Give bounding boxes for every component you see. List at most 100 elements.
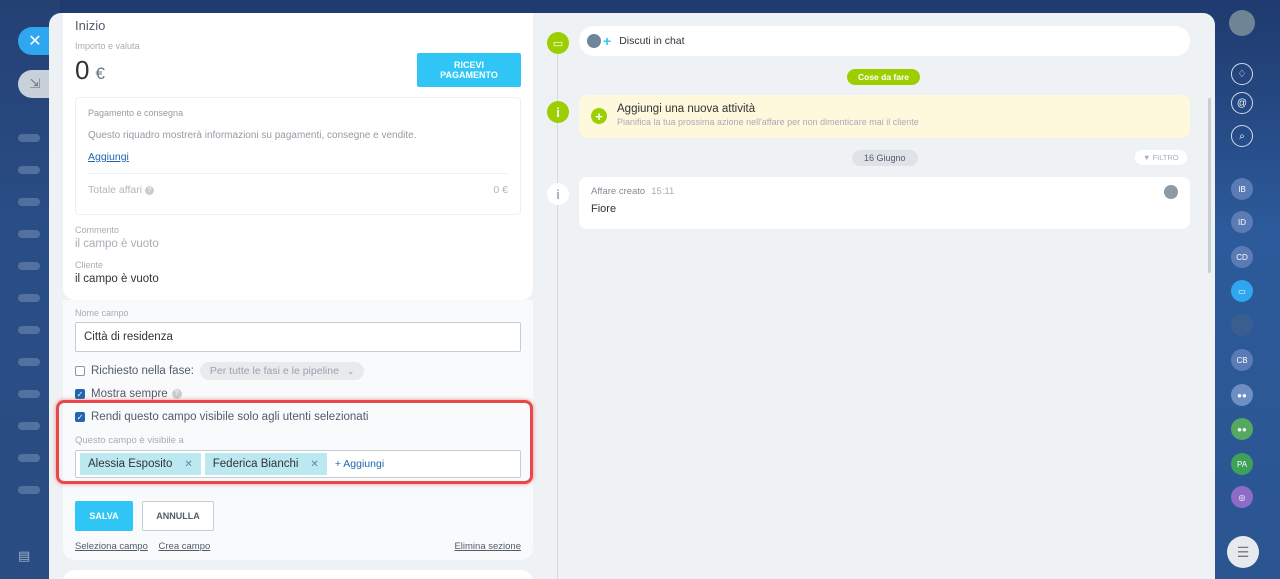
payment-delivery-box: Pagamento e consegna Questo riquadro mos… <box>75 97 521 215</box>
stage-select-value: Per tutte le fasi e le pipeline <box>209 365 339 377</box>
contact-avatar[interactable] <box>1231 314 1253 336</box>
bg-menu-item <box>18 198 40 206</box>
show-always-checkbox[interactable]: ✓ <box>75 389 85 399</box>
bg-menu-item <box>18 294 40 302</box>
comment-label: Commento <box>75 225 120 235</box>
amount-label: Importo e valuta <box>75 41 140 51</box>
plus-icon: + <box>603 33 612 49</box>
bg-menu-item <box>18 230 40 238</box>
bg-menu-item <box>18 422 40 430</box>
bg-menu-item <box>18 358 40 366</box>
close-slider-button[interactable]: ✕ <box>18 27 52 55</box>
required-checkbox[interactable] <box>75 366 85 376</box>
print-icon[interactable]: ▤ <box>18 548 32 563</box>
at-icon[interactable]: @ <box>1231 92 1253 114</box>
bg-menu-item <box>18 454 40 462</box>
total-label: Totale affari ? <box>88 184 155 196</box>
field-name-label: Nome campo <box>75 308 129 318</box>
timeline-event: Affare creato 15:11 Fiore <box>579 177 1190 229</box>
editor-actions: SALVA ANNULLA <box>75 501 521 531</box>
contact-avatar[interactable]: CB <box>1231 349 1253 371</box>
show-always-label: Mostra sempre <box>91 388 168 400</box>
group-icon[interactable]: ●● <box>1231 418 1253 440</box>
contact-avatar[interactable]: IB <box>1231 178 1253 200</box>
divider <box>88 173 508 174</box>
minimize-slider-button[interactable]: ⇲ <box>18 70 52 98</box>
search-icon[interactable]: ⌕ <box>1231 125 1253 147</box>
bg-menu-item <box>18 390 40 398</box>
client-label: Cliente <box>75 260 104 270</box>
receive-payment-button[interactable]: RICEVI PAGAMENTO <box>417 53 521 87</box>
close-icon: ✕ <box>28 33 42 50</box>
info-icon: i <box>547 101 569 123</box>
bg-menu-item <box>18 134 40 142</box>
deal-main-card: Inizio Importo e valuta 0 € RICEVI PAGAME… <box>63 13 533 300</box>
total-value: 0 € <box>493 184 508 196</box>
save-button[interactable]: SALVA <box>75 501 133 531</box>
bg-menu-item <box>18 486 40 494</box>
open-channel-icon[interactable]: ◎ <box>1231 486 1253 508</box>
chat-icon: ▭ <box>547 32 569 54</box>
editor-links: Seleziona campo Crea campo Elimina sezio… <box>75 541 521 552</box>
amount-number: 0 <box>75 54 90 85</box>
payment-description: Questo riquadro mostrerà informazioni su… <box>88 130 417 141</box>
filter-button[interactable]: ▼ FILTRO <box>1135 150 1187 165</box>
required-label: Richiesto nella fase: <box>91 365 194 377</box>
user-avatar[interactable] <box>1229 10 1255 36</box>
event-body: Fiore <box>591 203 617 215</box>
amount-row: 0 € RICEVI PAGAMENTO <box>75 53 521 87</box>
help-icon[interactable]: ? <box>171 389 182 399</box>
timeline: ▭ + Discuti in chat Cose da fare i + Agg… <box>547 13 1207 579</box>
avatar <box>1164 185 1178 199</box>
contact-avatar[interactable]: ID <box>1231 211 1253 233</box>
info-icon: i <box>547 183 569 205</box>
chat-bubble-icon[interactable]: ☰ <box>1227 536 1259 568</box>
add-activity-description: Pianifica la tua prossima azione nell'af… <box>617 117 919 127</box>
group-icon[interactable]: ●● <box>1231 384 1253 406</box>
bg-menu-item <box>18 326 40 334</box>
event-time: 15:11 <box>651 186 675 197</box>
bg-menu-item <box>18 262 40 270</box>
highlight-annotation <box>56 400 533 484</box>
todo-pill: Cose da fare <box>847 69 921 85</box>
date-pill: 16 Giugno <box>852 150 918 166</box>
scrollbar[interactable] <box>1208 98 1211 273</box>
chevron-down-icon: ⌄ <box>346 365 355 376</box>
help-icon[interactable]: ? <box>145 185 155 195</box>
total-label-text: Totale affari <box>88 184 143 196</box>
field-name-input[interactable]: Città di residenza <box>75 322 521 352</box>
cancel-button[interactable]: ANNULLA <box>142 501 214 531</box>
add-activity-title: Aggiungi una nuova attività <box>617 103 756 115</box>
bell-icon[interactable]: ♢ <box>1231 63 1253 85</box>
right-sidebar: ♢ @ ⌕ IB ID CD ▭ CB ●● ●● PA ◎ ☰ <box>1222 0 1280 579</box>
next-section-card <box>63 570 533 579</box>
delete-section-link[interactable]: Elimina sezione <box>454 541 521 552</box>
contact-avatar[interactable]: PA <box>1231 453 1253 475</box>
add-icon: + <box>591 108 607 124</box>
payment-title: Pagamento e consegna <box>88 108 184 118</box>
filter-label: FILTRO <box>1152 153 1179 162</box>
required-row: Richiesto nella fase: Per tutte le fasi … <box>75 362 521 380</box>
chat-bar[interactable]: + Discuti in chat <box>579 26 1190 56</box>
bg-menu-item <box>18 166 40 174</box>
timeline-line <box>557 43 558 579</box>
chat-group-icon[interactable]: ▭ <box>1231 280 1253 302</box>
client-value[interactable]: il campo è vuoto <box>75 273 521 285</box>
filter-icon: ▼ <box>1143 153 1151 162</box>
section-title: Inizio <box>75 18 106 33</box>
avatar <box>587 34 601 48</box>
left-links: Seleziona campo Crea campo <box>75 541 218 552</box>
minimize-icon: ⇲ <box>29 76 41 91</box>
select-field-link[interactable]: Seleziona campo <box>75 541 148 552</box>
chat-label: Discuti in chat <box>619 35 685 47</box>
amount-currency: € <box>95 63 105 83</box>
payment-add-link[interactable]: Aggiungi <box>88 151 129 163</box>
event-title: Affare creato <box>591 186 646 197</box>
event-header: Affare creato 15:11 <box>591 186 1178 197</box>
comment-value[interactable]: il campo è vuoto <box>75 238 521 250</box>
deal-slider-panel: Inizio Importo e valuta 0 € RICEVI PAGAME… <box>49 13 1215 579</box>
contact-avatar[interactable]: CD <box>1231 246 1253 268</box>
stage-select[interactable]: Per tutte le fasi e le pipeline ⌄ <box>199 362 365 380</box>
add-activity-card[interactable]: + Aggiungi una nuova attività Pianifica … <box>579 95 1190 138</box>
create-field-link[interactable]: Crea campo <box>159 541 211 552</box>
